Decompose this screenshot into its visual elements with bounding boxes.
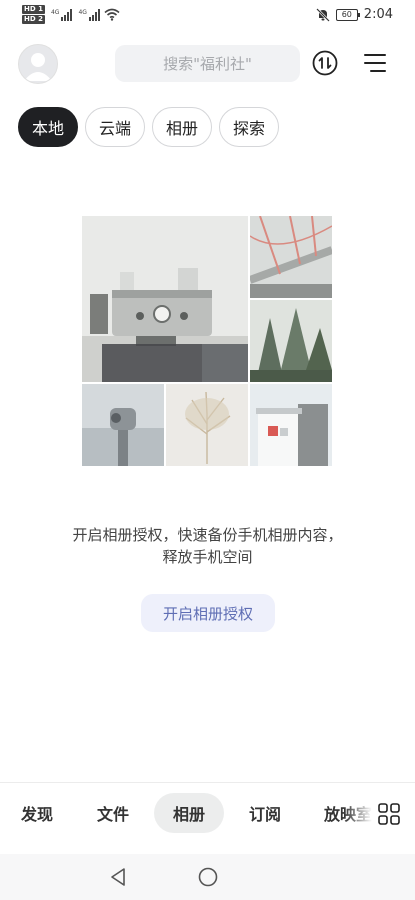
nav-album[interactable]: 相册	[154, 793, 224, 833]
filter-tabs: 本地 云端 相册 探索	[18, 107, 279, 147]
tab-local[interactable]: 本地	[18, 107, 78, 147]
tab-cloud[interactable]: 云端	[85, 107, 145, 147]
bridge-image	[250, 216, 332, 298]
search-bar[interactable]: 搜索"福利社"	[115, 45, 300, 82]
nav-discover[interactable]: 发现	[12, 793, 62, 833]
tab-album[interactable]: 相册	[152, 107, 212, 147]
sort-icon[interactable]	[312, 50, 338, 76]
forest-image	[250, 300, 332, 382]
network1-label: 4G	[50, 8, 60, 16]
status-bar: HD 1 HD 2 4G 4G 60 2:04	[0, 0, 415, 32]
status-bar-left: HD 1 HD 2 4G 4G	[22, 5, 120, 24]
back-triangle-icon[interactable]	[108, 866, 128, 888]
empty-state-line2: 释放手机空间	[162, 548, 253, 566]
clock: 2:04	[363, 7, 393, 22]
user-avatar-icon[interactable]	[18, 44, 58, 84]
home-circle-icon[interactable]	[197, 866, 219, 888]
signal-icon: 4G	[50, 8, 73, 21]
house-image	[250, 384, 332, 466]
tab-explore[interactable]: 探索	[219, 107, 279, 147]
wifi-icon	[104, 8, 120, 21]
nav-fade-overlay	[344, 783, 372, 843]
signal-icon-2: 4G	[78, 8, 100, 21]
network2-label: 4G	[78, 8, 87, 16]
battery-icon: 60	[335, 8, 360, 21]
empty-state-line1: 开启相册授权，快速备份手机相册内容，	[72, 526, 343, 544]
menu-icon[interactable]	[363, 52, 387, 74]
status-bar-right: 60 2:04	[315, 7, 393, 22]
bottom-nav: 发现 文件 相册 订阅 放映室	[0, 782, 415, 845]
sim1-badge: HD 1	[22, 5, 45, 14]
coffee-machine-image	[82, 216, 248, 382]
nav-subscribe[interactable]: 订阅	[240, 793, 290, 833]
system-navigation-bar	[0, 854, 415, 900]
sim-indicators: HD 1 HD 2	[22, 5, 45, 24]
search-placeholder: 搜索"福利社"	[163, 55, 252, 73]
grid-icon[interactable]	[378, 803, 400, 825]
sim2-badge: HD 2	[22, 15, 45, 24]
enable-album-access-button[interactable]: 开启相册授权	[141, 594, 275, 632]
viewer-image	[82, 384, 164, 466]
nav-files[interactable]: 文件	[88, 793, 138, 833]
mute-bell-icon	[315, 7, 330, 22]
photo-collage-illustration	[82, 216, 332, 466]
empty-state-message: 开启相册授权，快速备份手机相册内容， 释放手机空间	[0, 524, 415, 568]
dried-flower-image	[166, 384, 248, 466]
